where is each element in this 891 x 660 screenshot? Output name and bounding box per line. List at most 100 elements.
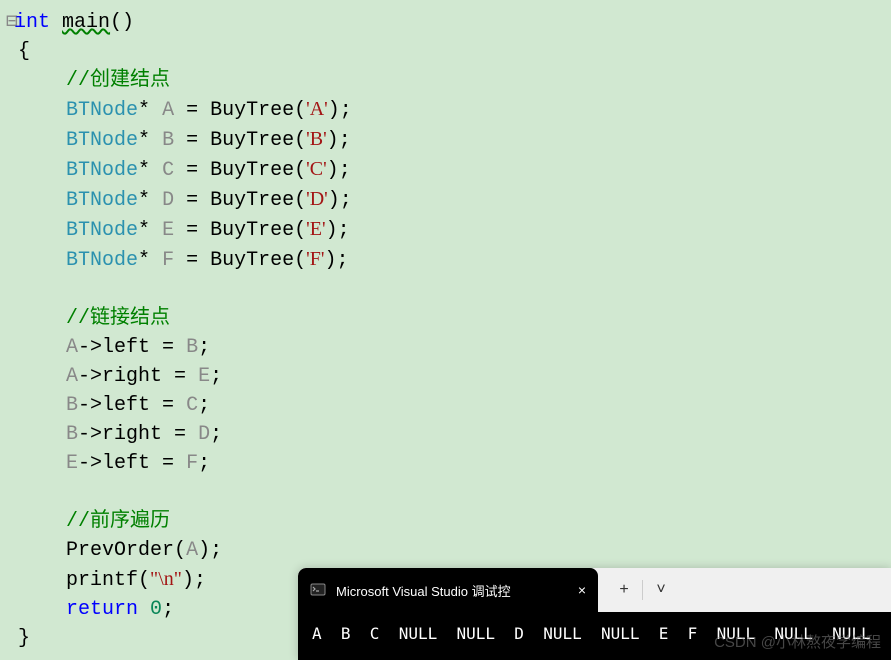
eq: =	[174, 129, 210, 152]
var: A	[66, 365, 78, 388]
code-line: BTNode* E = BuyTree('E');	[0, 215, 891, 245]
terminal-titlebar: Microsoft Visual Studio 调试控 × + ˅	[298, 568, 891, 612]
fn-buytree: BuyTree	[210, 159, 294, 182]
terminal-tab-title: Microsoft Visual Studio 调试控	[336, 581, 568, 600]
semi: ;	[336, 249, 348, 272]
char-lit: 'B'	[306, 128, 327, 150]
char-lit: 'E'	[306, 218, 325, 240]
chevron-down-icon[interactable]: ˅	[643, 568, 679, 612]
terminal-tab[interactable]: Microsoft Visual Studio 调试控 ×	[298, 568, 598, 612]
comment: //创建结点	[66, 69, 170, 92]
star: *	[138, 189, 150, 212]
type-btnode: BTNode	[66, 129, 138, 152]
str-lit: "\n"	[150, 568, 182, 590]
eq: =	[174, 99, 210, 122]
code-line: ⊟int main()	[0, 8, 891, 37]
star: *	[138, 219, 150, 242]
var: B	[186, 336, 198, 359]
terminal-controls: + ˅	[598, 568, 679, 612]
code-editor: ⊟int main() { //创建结点 BTNode* A = BuyTree…	[0, 0, 891, 653]
keyword-return: return	[66, 598, 138, 621]
arrow: ->left =	[78, 452, 186, 475]
type-btnode: BTNode	[66, 189, 138, 212]
fold-marker[interactable]: ⊟	[6, 8, 14, 37]
star: *	[138, 249, 150, 272]
var: E	[66, 452, 78, 475]
brace-open: {	[18, 40, 30, 63]
star: *	[138, 129, 150, 152]
code-line: //创建结点	[0, 66, 891, 95]
close-icon[interactable]: ×	[578, 582, 586, 598]
comment: //前序遍历	[66, 510, 170, 533]
code-line: B->left = C;	[0, 391, 891, 420]
terminal-window: Microsoft Visual Studio 调试控 × + ˅ A B C …	[298, 568, 891, 660]
fn-main: main	[62, 11, 110, 34]
var: B	[66, 423, 78, 446]
code-line: BTNode* B = BuyTree('B');	[0, 125, 891, 155]
eq: =	[174, 159, 210, 182]
char-lit: 'C'	[306, 158, 327, 180]
code-line: A->right = E;	[0, 362, 891, 391]
var: D	[198, 423, 210, 446]
var: A	[66, 336, 78, 359]
code-line: BTNode* D = BuyTree('D');	[0, 185, 891, 215]
type-btnode: BTNode	[66, 249, 138, 272]
char-lit: 'D'	[306, 188, 328, 210]
fn-buytree: BuyTree	[210, 129, 294, 152]
eq: =	[174, 219, 210, 242]
fn-buytree: BuyTree	[210, 219, 294, 242]
fn-buytree: BuyTree	[210, 249, 294, 272]
semi: ;	[198, 394, 210, 417]
var: E	[198, 365, 210, 388]
semi: ;	[339, 159, 351, 182]
var: C	[162, 159, 174, 182]
arrow: ->left =	[78, 336, 186, 359]
fn-prevorder: PrevOrder	[66, 539, 174, 562]
code-line-empty	[0, 275, 891, 304]
var: C	[186, 394, 198, 417]
keyword-int: int	[14, 11, 50, 34]
var: E	[162, 219, 174, 242]
semi: ;	[210, 423, 222, 446]
semi: ;	[194, 569, 206, 592]
fn-printf: printf	[66, 569, 138, 592]
semi: ;	[340, 189, 352, 212]
var: D	[162, 189, 174, 212]
brace-close: }	[18, 627, 30, 650]
char-lit: 'F'	[306, 248, 324, 270]
code-line: //链接结点	[0, 304, 891, 333]
code-line: A->left = B;	[0, 333, 891, 362]
code-line: //前序遍历	[0, 507, 891, 536]
code-line: BTNode* C = BuyTree('C');	[0, 155, 891, 185]
terminal-output[interactable]: A B C NULL NULL D NULL NULL E F NULL NUL…	[298, 612, 891, 660]
star: *	[138, 159, 150, 182]
arrow: ->right =	[78, 423, 198, 446]
semi: ;	[210, 539, 222, 562]
parens: ()	[110, 11, 134, 34]
semi: ;	[338, 219, 350, 242]
code-line: BTNode* A = BuyTree('A');	[0, 95, 891, 125]
code-line: B->right = D;	[0, 420, 891, 449]
semi: ;	[210, 365, 222, 388]
var: F	[162, 249, 174, 272]
eq: =	[174, 249, 210, 272]
type-btnode: BTNode	[66, 159, 138, 182]
fn-buytree: BuyTree	[210, 189, 294, 212]
code-line: E->left = F;	[0, 449, 891, 478]
semi: ;	[340, 99, 352, 122]
comment: //链接结点	[66, 307, 170, 330]
code-line: BTNode* F = BuyTree('F');	[0, 245, 891, 275]
new-tab-button[interactable]: +	[606, 568, 642, 612]
arrow: ->right =	[78, 365, 198, 388]
fn-buytree: BuyTree	[210, 99, 294, 122]
terminal-icon	[310, 582, 326, 598]
star: *	[138, 99, 150, 122]
var: A	[186, 539, 198, 562]
char-lit: 'A'	[306, 98, 328, 120]
var: B	[66, 394, 78, 417]
var: F	[186, 452, 198, 475]
semi: ;	[339, 129, 351, 152]
num-lit: 0	[150, 598, 162, 621]
arrow: ->left =	[78, 394, 186, 417]
code-line: {	[0, 37, 891, 66]
